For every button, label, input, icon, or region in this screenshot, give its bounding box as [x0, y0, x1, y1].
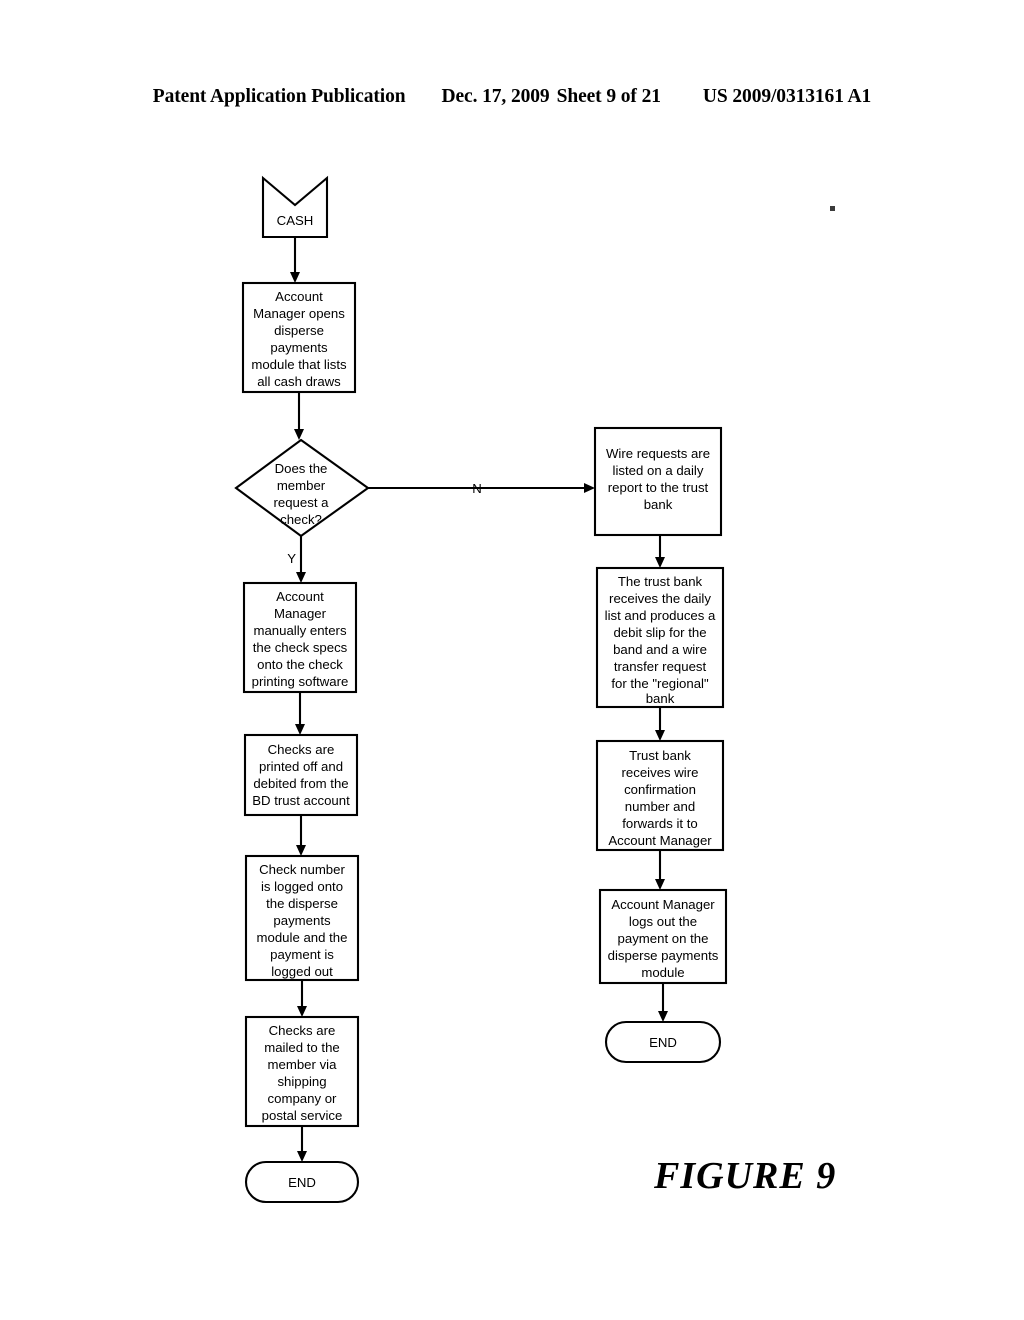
log-check-number-line-2: is logged onto: [261, 879, 343, 894]
wire-requests-line-1: Wire requests are: [606, 446, 710, 461]
decision-line-2: member: [277, 478, 326, 493]
mail-checks-line-3: member via: [268, 1057, 338, 1072]
open-module-line-5: module that lists: [251, 357, 347, 372]
wire-confirmation-line-4: number and: [625, 799, 695, 814]
flowchart-diagram: CASH Account Manager opens disperse paym…: [234, 175, 835, 1204]
process-node-wire-confirmation: Trust bank receives wire confirmation nu…: [595, 739, 725, 852]
open-module-line-1: Account: [275, 289, 323, 304]
arrowhead-wire-requests: [584, 483, 595, 493]
arrowhead-right-end: [658, 1011, 668, 1022]
trust-bank-produces-line-2: receives the daily: [609, 591, 711, 606]
process-node-log-check-number: Check number is logged onto the disperse…: [244, 854, 360, 982]
wire-confirmation-line-3: confirmation: [624, 782, 696, 797]
open-module-line-4: payments: [270, 340, 328, 355]
enter-check-specs-line-6: printing software: [252, 674, 349, 689]
decision-line-1: Does the: [275, 461, 328, 476]
arrowhead-decision: [294, 429, 304, 440]
trust-bank-produces-line-4: debit slip for the: [613, 625, 706, 640]
trust-bank-produces-line-8: bank: [646, 691, 675, 706]
wire-requests-line-2: listed on a daily: [613, 463, 704, 478]
arrowhead-log-check-number: [296, 845, 306, 856]
decision-line-4: check?: [280, 512, 322, 527]
mail-checks-line-2: mailed to the: [264, 1040, 340, 1055]
wire-confirmation-line-2: receives wire: [622, 765, 699, 780]
right-end-label: END: [649, 1035, 677, 1050]
enter-check-specs-line-5: onto the check: [257, 657, 343, 672]
print-checks-line-3: debited from the: [253, 776, 348, 791]
arrowhead-wire-confirmation: [655, 730, 665, 741]
enter-check-specs-line-4: the check specs: [253, 640, 348, 655]
arrowhead-print-checks: [295, 724, 305, 735]
enter-check-specs-line-3: manually enters: [253, 623, 346, 638]
decision-node-member-requests-check: Does the member request a check?: [234, 438, 370, 538]
mail-checks-line-6: postal service: [262, 1108, 343, 1123]
cash-terminator-shape: [261, 175, 329, 239]
process-node-trust-bank-produces: The trust bank receives the daily list a…: [595, 566, 725, 709]
log-out-payment-line-5: module: [641, 965, 684, 980]
process-node-wire-requests-listed: Wire requests are listed on a daily repo…: [593, 426, 723, 537]
print-checks-line-4: BD trust account: [252, 793, 350, 808]
end-node-left: END: [244, 1160, 360, 1204]
branch-label-yes: Y: [287, 551, 296, 566]
log-out-payment-line-1: Account Manager: [611, 897, 715, 912]
arrowhead-left-end: [297, 1151, 307, 1162]
wire-confirmation-line-6: Account Manager: [608, 833, 712, 848]
enter-check-specs-line-2: Manager: [274, 606, 327, 621]
branch-label-no: N: [472, 481, 482, 496]
log-check-number-line-3: the disperse: [266, 896, 338, 911]
log-check-number-line-6: payment is: [270, 947, 334, 962]
wire-requests-line-4: bank: [644, 497, 673, 512]
print-checks-line-1: Checks are: [268, 742, 335, 757]
decision-line-3: request a: [274, 495, 330, 510]
log-out-payment-line-3: payment on the: [618, 931, 709, 946]
log-out-payment-line-4: disperse payments: [608, 948, 719, 963]
trust-bank-produces-line-3: list and produces a: [605, 608, 716, 623]
mail-checks-line-5: company or: [268, 1091, 338, 1106]
wire-confirmation-line-1: Trust bank: [629, 748, 691, 763]
mail-checks-line-1: Checks are: [269, 1023, 336, 1038]
open-module-line-6: all cash draws: [257, 374, 341, 389]
wire-requests-line-3: report to the trust: [608, 480, 709, 495]
arrowhead-enter-check-specs: [296, 572, 306, 583]
open-module-line-3: disperse: [274, 323, 324, 338]
log-check-number-line-5: module and the: [257, 930, 348, 945]
trust-bank-produces-line-1: The trust bank: [618, 574, 703, 589]
log-out-payment-line-2: logs out the: [629, 914, 697, 929]
scan-speck: [830, 206, 835, 211]
process-node-print-checks: Checks are printed off and debited from …: [243, 733, 359, 817]
trust-bank-produces-line-5: band and a wire: [613, 642, 707, 657]
cash-label: CASH: [277, 213, 314, 228]
enter-check-specs-line-1: Account: [276, 589, 324, 604]
end-node-right: END: [604, 1020, 722, 1064]
log-check-number-line-4: payments: [273, 913, 331, 928]
wire-confirmation-line-5: forwards it to: [622, 816, 698, 831]
process-node-log-out-payment: Account Manager logs out the payment on …: [598, 888, 728, 985]
mail-checks-line-4: shipping: [277, 1074, 326, 1089]
arrowhead-open-module: [290, 272, 300, 283]
log-check-number-line-1: Check number: [259, 862, 345, 877]
arrowhead-log-out-payment: [655, 879, 665, 890]
process-node-open-module: Account Manager opens disperse payments …: [241, 281, 357, 394]
open-module-line-2: Manager opens: [253, 306, 345, 321]
trust-bank-produces-line-6: transfer request: [614, 659, 707, 674]
process-node-mail-checks: Checks are mailed to the member via ship…: [244, 1015, 360, 1128]
print-checks-line-2: printed off and: [259, 759, 343, 774]
process-node-enter-check-specs: Account Manager manually enters the chec…: [242, 581, 358, 694]
start-node-cash: CASH: [261, 175, 329, 239]
figure-caption: FIGURE 9: [654, 1155, 837, 1197]
log-check-number-line-7: logged out: [271, 964, 333, 979]
left-end-label: END: [288, 1175, 316, 1190]
arrowhead-trust-bank-produces: [655, 557, 665, 568]
arrowhead-mail-checks: [297, 1006, 307, 1017]
trust-bank-produces-line-7: for the "regional": [611, 676, 709, 691]
